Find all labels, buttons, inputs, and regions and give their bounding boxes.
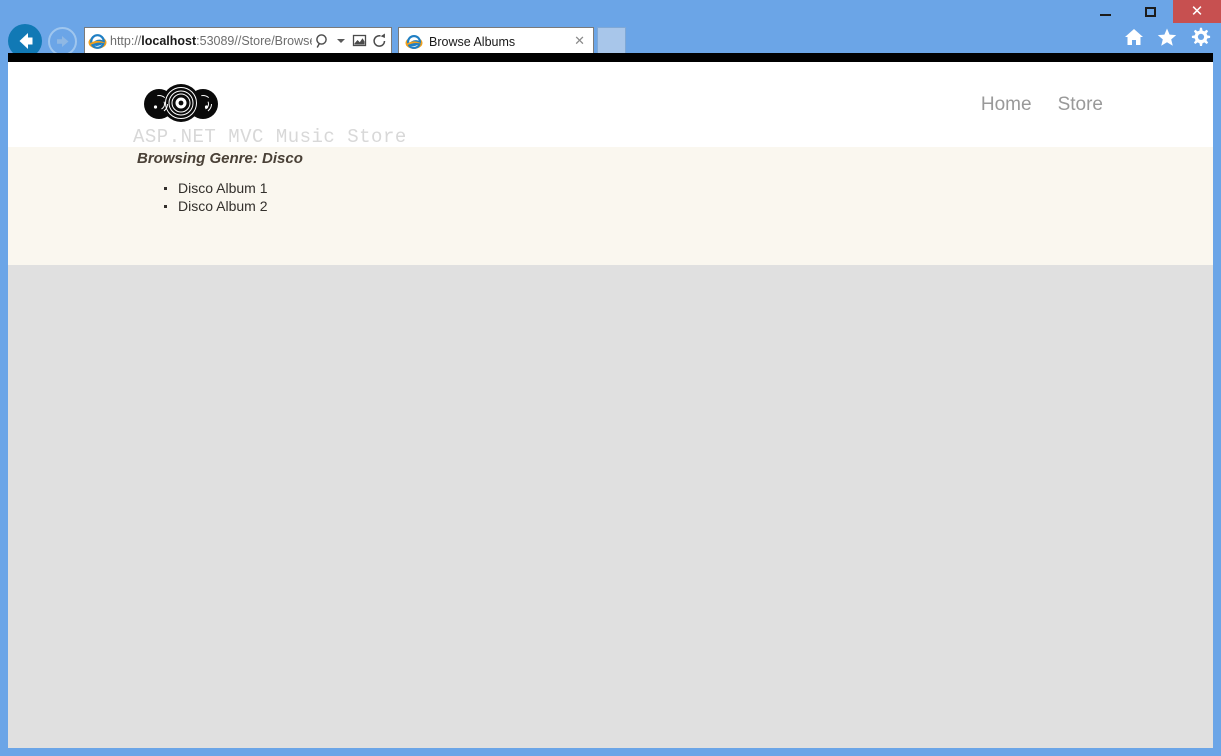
close-icon: ✕ — [1190, 2, 1204, 20]
chevron-down-icon[interactable] — [337, 39, 345, 43]
maximize-button[interactable] — [1128, 0, 1173, 23]
site-top-black-bar — [8, 53, 1213, 62]
site-nav: Home Store — [981, 94, 1103, 116]
browser-window: ✕ http://localhost:53089//Store/Brows Br… — [0, 0, 1221, 756]
search-icon[interactable] — [314, 32, 331, 50]
list-item[interactable]: Disco Album 1 — [160, 179, 267, 197]
compatibility-view-icon[interactable] — [351, 32, 368, 50]
url-suffix: :53089//Store/Browse?Ge — [196, 34, 312, 48]
site-header: ASP.NET MVC Music Store Home Store — [8, 62, 1213, 148]
album-list: Disco Album 1 Disco Album 2 — [160, 179, 267, 215]
command-bar — [1123, 26, 1211, 48]
close-button[interactable]: ✕ — [1173, 0, 1221, 23]
nav-link-store[interactable]: Store — [1058, 94, 1103, 116]
new-tab-button[interactable] — [597, 27, 626, 55]
browser-chrome: ✕ http://localhost:53089//Store/Brows Br… — [0, 0, 1221, 58]
maximize-icon — [1145, 6, 1156, 17]
main-content: Browsing Genre: Disco Disco Album 1 Disc… — [8, 147, 1213, 265]
list-item[interactable]: Disco Album 2 — [160, 197, 267, 215]
tab-browse-albums[interactable]: Browse Albums ✕ — [398, 27, 594, 55]
page-title: Browsing Genre: Disco — [137, 150, 303, 167]
url-host: localhost — [141, 34, 197, 48]
address-bar-icons — [312, 32, 388, 50]
forward-button[interactable] — [48, 27, 77, 56]
tab-close-icon[interactable]: ✕ — [572, 35, 587, 48]
refresh-icon[interactable] — [371, 32, 388, 50]
minimize-button[interactable] — [1083, 0, 1128, 23]
minimize-icon — [1100, 13, 1111, 16]
vinyl-records-logo-icon — [138, 83, 224, 123]
nav-link-home[interactable]: Home — [981, 94, 1032, 116]
address-url-text: http://localhost:53089//Store/Browse?Ge — [110, 32, 312, 50]
tab-title: Browse Albums — [429, 34, 516, 49]
home-icon[interactable] — [1123, 26, 1145, 48]
settings-gear-icon[interactable] — [1189, 26, 1211, 48]
page-background-area — [8, 265, 1213, 748]
window-controls: ✕ — [1083, 0, 1221, 23]
ie-favicon — [88, 32, 107, 51]
tab-favicon-icon — [405, 33, 423, 51]
address-bar[interactable]: http://localhost:53089//Store/Browse?Ge — [84, 27, 392, 55]
page-viewport: ASP.NET MVC Music Store Home Store Brows… — [8, 53, 1213, 748]
site-brand-name: ASP.NET MVC Music Store — [133, 126, 407, 148]
url-prefix: http:// — [110, 34, 142, 48]
favorites-star-icon[interactable] — [1156, 26, 1178, 48]
site-brand[interactable]: ASP.NET MVC Music Store — [133, 83, 407, 148]
